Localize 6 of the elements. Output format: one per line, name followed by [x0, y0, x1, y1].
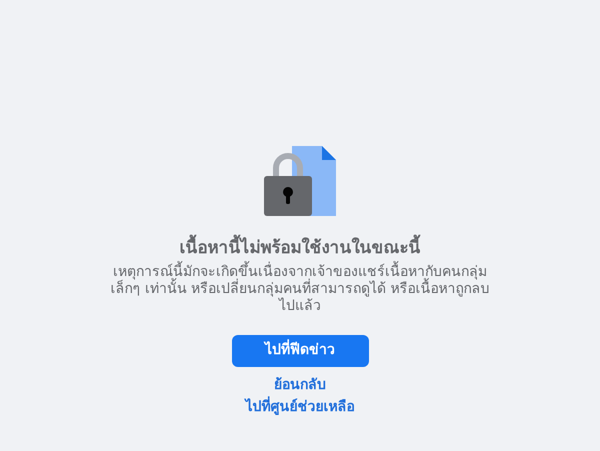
page-title: เนื้อหานี้ไม่พร้อมใช้งานในขณะนี้: [180, 236, 420, 262]
news-feed-button[interactable]: ไปที่ฟีดข่าว: [232, 334, 368, 366]
description: เหตุการณ์นี้มักจะเกิดขึ้นเนื่องจากเจ้าของแชร์เนื้อหากับคนกลุ่มเล็กๆ เท่านั้น หรือเปลี่ยนกลุ่มคนที่สามารถดูได้ หรือเนื้อหาถูกลบไปแล้ว: [110, 264, 490, 314]
link[interactable]: ย้อนกลับ: [274, 376, 326, 394]
locked-document-icon: [262, 144, 338, 218]
link[interactable]: ไปที่ศูนย์ช่วยเหลือ: [246, 398, 354, 416]
